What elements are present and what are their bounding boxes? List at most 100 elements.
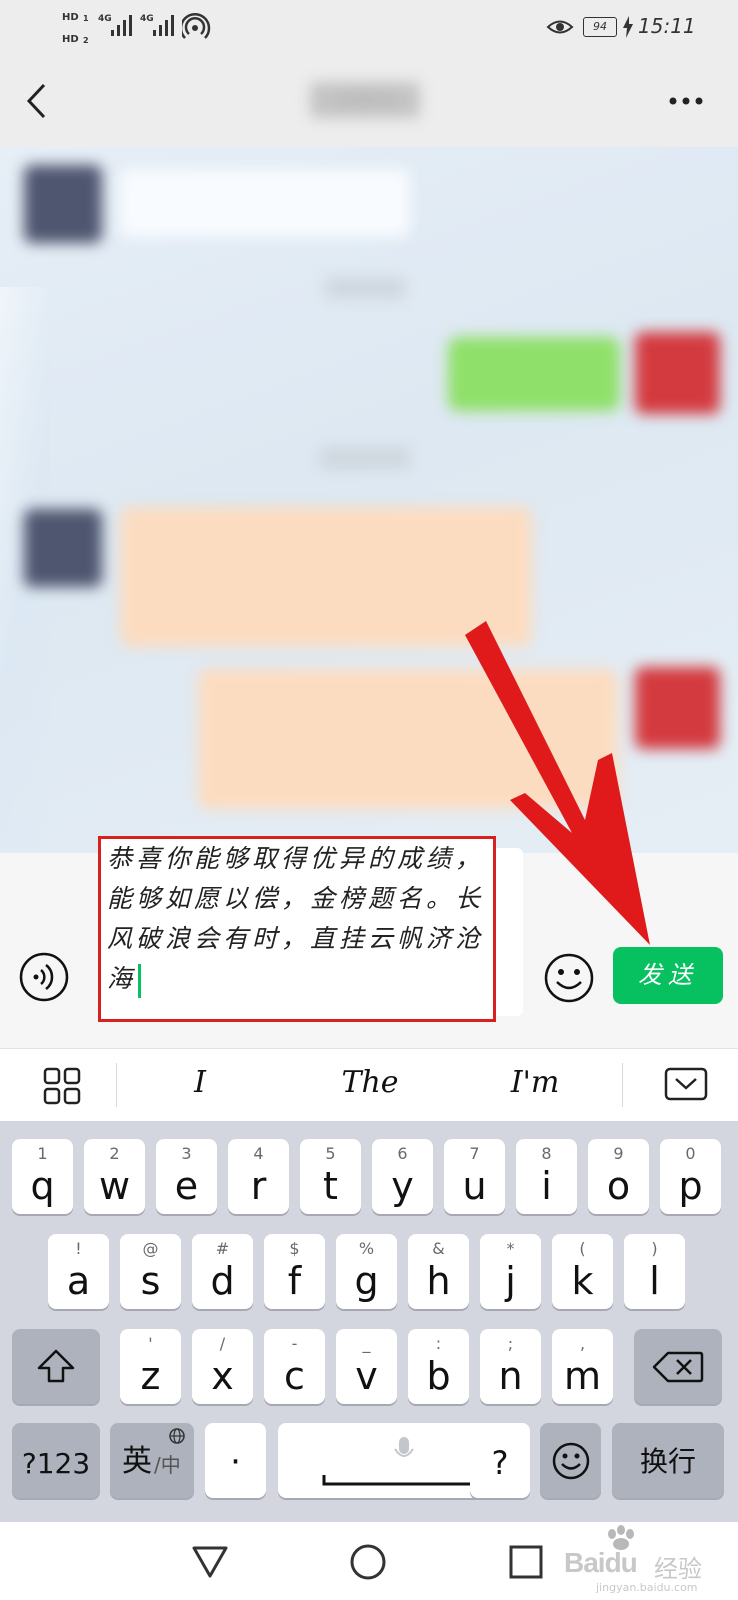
key-s[interactable]: @ s: [120, 1234, 181, 1309]
key-label: i: [541, 1164, 552, 1208]
clock: 15:11: [638, 14, 696, 38]
key-t[interactable]: 5t: [300, 1139, 361, 1214]
key-label: l: [649, 1259, 660, 1303]
key-hint: ,: [579, 1334, 586, 1353]
hd-badge-2: HD: [62, 34, 79, 45]
status-bar: HD HD 1 2 4G 4G 94 15:11: [0, 0, 738, 52]
numbers-key[interactable]: ?123: [12, 1423, 100, 1498]
shift-arrow-icon: [37, 1349, 75, 1383]
space-bar-icon: [322, 1475, 486, 1486]
key-hint: 7: [469, 1144, 480, 1163]
key-l[interactable]: ) l: [624, 1234, 685, 1309]
annotation-arrow-icon: [465, 621, 650, 945]
suggestion-1[interactable]: I: [175, 1065, 225, 1100]
key-x[interactable]: / x: [192, 1329, 253, 1404]
shift-key[interactable]: [12, 1329, 100, 1404]
key-label: e: [174, 1164, 199, 1208]
key-hint: 9: [613, 1144, 624, 1163]
key-n[interactable]: ; n: [480, 1329, 541, 1404]
chat-title: 刘明洋: [335, 88, 395, 112]
key-p[interactable]: 0p: [660, 1139, 721, 1214]
message-text: 恭喜你能够取得优异的成绩，能够如愿以偿，金榜题名。长风破浪会有时，直挂云帆济沧海: [107, 844, 485, 993]
key-hint: ): [651, 1239, 658, 1258]
back-arrow-icon[interactable]: [24, 82, 48, 120]
key-z[interactable]: ' z: [120, 1329, 181, 1404]
key-label: y: [391, 1164, 414, 1208]
watermark-url: jingyan.baidu.com: [596, 1581, 698, 1594]
key-j[interactable]: * j: [480, 1234, 541, 1309]
watermark-cn: 经验: [654, 1555, 702, 1583]
suggestion-3[interactable]: I'm: [490, 1065, 580, 1100]
soft-keyboard: 1q 2w 3e 4r 5t 6y 7u 8i 9o 0p ! a @ s # d $…: [0, 1121, 738, 1522]
key-label: z: [140, 1354, 161, 1398]
key-a[interactable]: ! a: [48, 1234, 109, 1309]
key-hint: 5: [325, 1144, 336, 1163]
period-key[interactable]: ·: [205, 1423, 266, 1498]
key-m[interactable]: ,m: [552, 1329, 613, 1404]
key-label: x: [211, 1354, 234, 1398]
key-hint: 4: [253, 1144, 264, 1163]
key-label: r: [250, 1164, 267, 1208]
key-label: q: [30, 1164, 55, 1208]
eye-comfort-icon: [546, 20, 574, 34]
key-label: ?123: [21, 1447, 91, 1480]
key-e[interactable]: 3e: [156, 1139, 217, 1214]
nav-back-triangle-icon[interactable]: [190, 1544, 230, 1578]
key-c[interactable]: -c: [264, 1329, 325, 1404]
voice-input-icon[interactable]: [19, 952, 69, 1002]
avatar[interactable]: [635, 332, 720, 414]
key-o[interactable]: 9o: [588, 1139, 649, 1214]
key-f[interactable]: $ f: [264, 1234, 325, 1309]
microphone-icon: [394, 1437, 414, 1457]
key-u[interactable]: 7u: [444, 1139, 505, 1214]
key-label: s: [140, 1259, 161, 1303]
key-b[interactable]: :b: [408, 1329, 469, 1404]
nav-recents-square-icon[interactable]: [508, 1544, 544, 1580]
key-d[interactable]: # d: [192, 1234, 253, 1309]
key-i[interactable]: 8i: [516, 1139, 577, 1214]
nav-home-circle-icon[interactable]: [348, 1542, 388, 1582]
key-q[interactable]: 1q: [12, 1139, 73, 1214]
signal-icon-1: [111, 15, 132, 36]
watermark-brand: Bai: [564, 1547, 606, 1578]
key-k[interactable]: (k: [552, 1234, 613, 1309]
key-hint: -: [291, 1334, 298, 1353]
backspace-key[interactable]: [634, 1329, 722, 1404]
outgoing-message-bubble[interactable]: [448, 337, 620, 411]
more-options-icon[interactable]: [668, 96, 704, 106]
incoming-message-bubble[interactable]: [120, 169, 410, 237]
key-v[interactable]: _ v: [336, 1329, 397, 1404]
suggestion-2[interactable]: The: [320, 1065, 420, 1100]
key-label: a: [66, 1259, 91, 1303]
language-switch-key[interactable]: 英 /中: [110, 1423, 194, 1498]
key-sub-label: /中: [154, 1453, 181, 1477]
key-hint: ': [148, 1334, 153, 1353]
key-hint: 3: [181, 1144, 192, 1163]
emoji-key[interactable]: [540, 1423, 601, 1498]
enter-key[interactable]: 换行: [612, 1423, 724, 1498]
question-key[interactable]: ?: [470, 1423, 530, 1498]
key-hint: ;: [507, 1334, 514, 1353]
key-label: u: [462, 1164, 487, 1208]
key-hint: #: [215, 1239, 230, 1258]
key-r[interactable]: 4r: [228, 1139, 289, 1214]
key-hint: 2: [109, 1144, 120, 1163]
charging-icon: [623, 16, 633, 38]
key-hint: @: [142, 1239, 159, 1258]
key-w[interactable]: 2w: [84, 1139, 145, 1214]
key-hint: 8: [541, 1144, 552, 1163]
watermark-brand-2: du: [604, 1547, 638, 1578]
timestamp-blurred: [320, 447, 410, 469]
key-label: t: [323, 1164, 338, 1208]
key-label: p: [678, 1164, 703, 1208]
keyboard-menu-grid-icon[interactable]: [43, 1067, 81, 1105]
avatar[interactable]: [24, 165, 102, 243]
message-input-field[interactable]: 恭喜你能够取得优异的成绩，能够如愿以偿，金榜题名。长风破浪会有时，直挂云帆济沧海: [98, 836, 496, 1022]
key-hint: 1: [37, 1144, 48, 1163]
key-hint: !: [75, 1239, 82, 1258]
key-y[interactable]: 6y: [372, 1139, 433, 1214]
key-g[interactable]: % g: [336, 1234, 397, 1309]
key-h[interactable]: & h: [408, 1234, 469, 1309]
avatar[interactable]: [24, 509, 102, 587]
hide-keyboard-icon[interactable]: [664, 1067, 708, 1103]
